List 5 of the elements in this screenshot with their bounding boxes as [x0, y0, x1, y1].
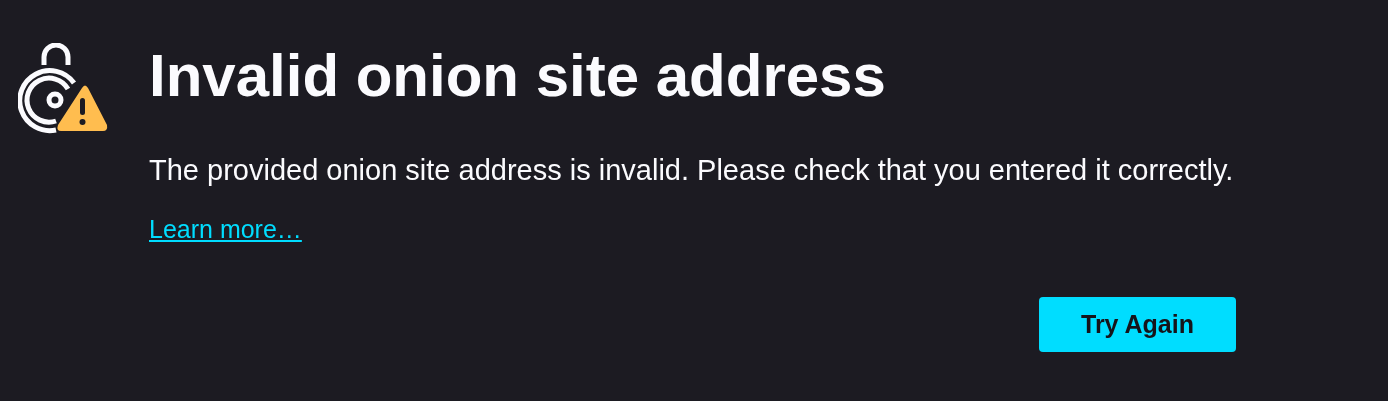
try-again-button[interactable]: Try Again: [1039, 297, 1236, 352]
page-title: Invalid onion site address: [149, 44, 886, 108]
learn-more-link[interactable]: Learn more…: [149, 214, 302, 244]
error-description: The provided onion site address is invalid. Please check that you entered it correctly.: [149, 153, 1234, 188]
onion-lock-warning-icon: [18, 43, 109, 135]
